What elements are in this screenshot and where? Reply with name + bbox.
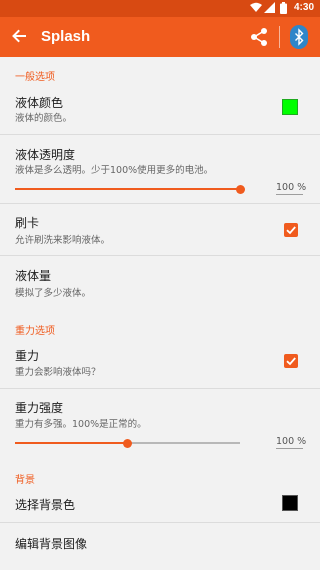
liquid-opacity-slider[interactable] [15, 184, 245, 194]
check-icon [286, 357, 296, 366]
arrow-left-icon[interactable] [10, 27, 28, 45]
liquid-opacity-summary: 液体是多么透明。少于100%使用更多的电池。 [15, 165, 214, 176]
app-bar: Splash [0, 17, 320, 57]
slider-fill [15, 442, 128, 444]
section-header-gravity: 重力选项 [15, 326, 55, 337]
gravity-strength-value: 100 % [276, 436, 307, 449]
swipe-summary: 允许刷洗来影响液体。 [15, 235, 111, 246]
liquid-color-title: 液体颜色 [15, 96, 64, 110]
liquid-opacity-title: 液体透明度 [15, 148, 76, 162]
gravity-strength-summary: 重力有多强。100%是正常的。 [15, 419, 147, 430]
slider-thumb[interactable] [123, 438, 132, 448]
divider [0, 388, 320, 389]
liquid-opacity-value: 100 % [276, 182, 307, 195]
swipe-title: 刷卡 [15, 216, 40, 230]
gravity-strength-slider[interactable] [15, 438, 240, 448]
wifi-icon [250, 2, 262, 17]
edit-background-image-title: 编辑背景图像 [15, 537, 88, 551]
check-icon [286, 226, 296, 235]
app-title: Splash [41, 28, 91, 45]
slider-fill [15, 188, 240, 190]
toolbar-divider [279, 26, 280, 48]
liquid-color-summary: 液体的颜色。 [15, 113, 73, 124]
divider [0, 203, 320, 204]
gravity-checkbox[interactable] [284, 354, 298, 368]
gravity-summary: 重力会影响液体吗？ [15, 367, 101, 378]
battery-icon [280, 2, 287, 18]
signal-icon [264, 2, 275, 17]
slider-thumb[interactable] [235, 184, 245, 194]
liquid-color-swatch[interactable] [282, 99, 298, 115]
bluetooth-icon[interactable] [288, 25, 310, 49]
choose-background-color-title: 选择背景色 [15, 498, 76, 512]
swipe-checkbox[interactable] [284, 223, 298, 237]
divider [0, 255, 320, 256]
status-bar: 4:30 [0, 0, 320, 17]
divider [0, 522, 320, 523]
liquid-amount-title: 液体量 [15, 269, 52, 283]
section-header-general: 一般选项 [15, 72, 55, 83]
gravity-title: 重力 [15, 349, 40, 363]
status-time: 4:30 [293, 2, 314, 13]
divider [0, 134, 320, 135]
gravity-strength-title: 重力强度 [15, 401, 64, 415]
background-color-swatch[interactable] [282, 495, 298, 511]
section-header-background: 背景 [15, 475, 35, 486]
share-icon[interactable] [249, 27, 269, 47]
liquid-amount-summary: 模拟了多少液体。 [15, 288, 92, 299]
